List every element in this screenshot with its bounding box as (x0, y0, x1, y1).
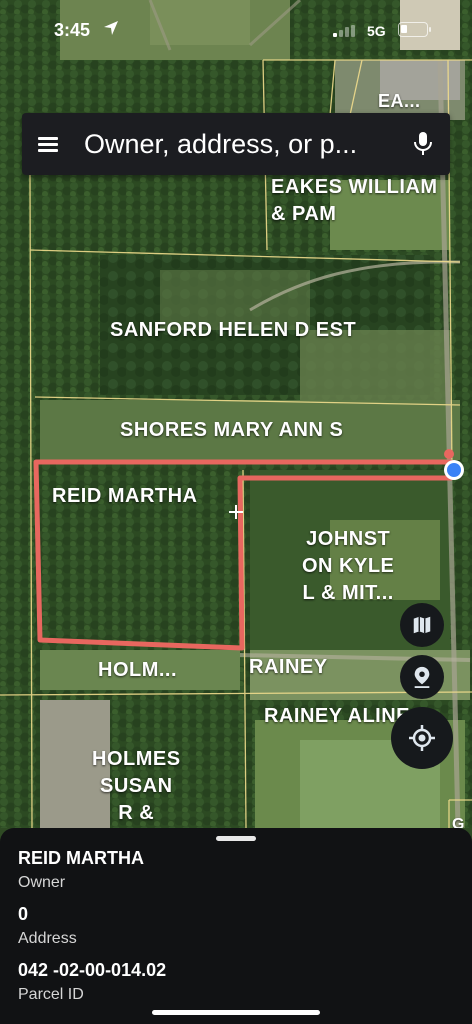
status-time: 3:45 (54, 20, 91, 40)
parcel-id-value: 042 -02-00-014.02 (18, 960, 167, 980)
location-services-icon (104, 21, 118, 35)
search-input[interactable]: Owner, address, or p... (84, 129, 357, 160)
network-type: 5G (367, 23, 386, 39)
address-label: Address (18, 930, 77, 947)
parcel-label-shores[interactable]: SHORES MARY ANN S (120, 417, 343, 444)
owner-label: Owner (18, 874, 66, 891)
battery-icon (398, 22, 431, 37)
map-layers-button[interactable] (400, 603, 444, 647)
parcel-id-label: Parcel ID (18, 986, 84, 1003)
address-value: 0 (18, 904, 29, 924)
sheet-drag-handle[interactable] (216, 836, 256, 841)
parcel-label-holm[interactable]: HOLM... (98, 657, 177, 684)
my-location-button[interactable] (391, 707, 453, 769)
home-indicator[interactable] (152, 1010, 320, 1015)
parcel-label-ea[interactable]: EA... (378, 88, 421, 115)
parcel-details-sheet[interactable]: REID MARTHA Owner 0 Address 042 -02-00-0… (0, 828, 472, 1024)
parcel-label-eakes[interactable]: EAKES WILLIAM & PAM (271, 174, 438, 228)
crosshair-gps-icon (409, 725, 435, 751)
status-bar: 3:45 5G (0, 0, 472, 60)
microphone-icon[interactable] (412, 131, 434, 157)
parcel-label-g[interactable]: G (452, 811, 465, 828)
parcel-label-sanford[interactable]: SANFORD HELEN D EST (110, 317, 356, 344)
map-layers-icon (413, 616, 431, 634)
parcel-label-johnston[interactable]: JOHNST ON KYLE L & MIT... (302, 526, 394, 607)
location-pin-icon (414, 666, 430, 688)
hamburger-menu-icon[interactable] (38, 135, 58, 153)
cellular-signal-icon (333, 25, 355, 37)
parcel-label-rainey[interactable]: RAINEY (249, 654, 328, 681)
parcel-label-holmes-susan[interactable]: HOLMES SUSAN R & (92, 746, 181, 827)
owner-value: REID MARTHA (18, 848, 144, 868)
parcel-label-reid[interactable]: REID MARTHA (52, 483, 198, 510)
search-bar[interactable]: Owner, address, or p... (22, 113, 450, 175)
location-pin-button[interactable] (400, 655, 444, 699)
